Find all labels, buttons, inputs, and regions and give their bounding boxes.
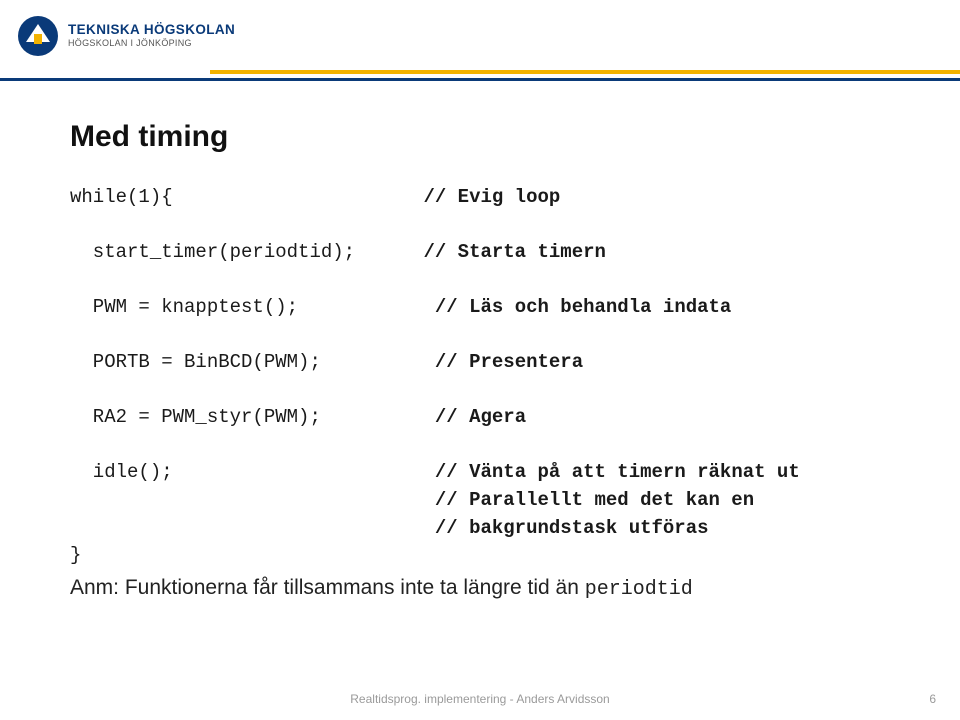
- code-comment: // Starta timern: [423, 241, 605, 263]
- code-line: }: [70, 544, 81, 566]
- code-comment: // Parallellt med det kan en: [435, 489, 754, 511]
- code-line: PWM = knapptest();: [70, 296, 298, 318]
- code-line: idle();: [70, 461, 173, 483]
- code-line: start_timer(periodtid);: [70, 241, 355, 263]
- code-block: while(1){ // Evig loop start_timer(perio…: [70, 184, 910, 570]
- note-text: Anm: Funktionerna får tillsammans inte t…: [70, 576, 585, 599]
- page-number: 6: [929, 692, 936, 706]
- code-comment: // Agera: [435, 406, 526, 428]
- code-comment: // Läs och behandla indata: [435, 296, 731, 318]
- slide-footer: Realtidsprog. implementering - Anders Ar…: [0, 692, 960, 706]
- logo-main-text: TEKNISKA HÖGSKOLAN: [68, 23, 235, 37]
- note-mono: periodtid: [585, 578, 693, 601]
- logo-mark-icon: [16, 14, 60, 58]
- slide-content: Med timing while(1){ // Evig loop start_…: [70, 120, 910, 601]
- code-line: RA2 = PWM_styr(PWM);: [70, 406, 321, 428]
- code-line: while(1){: [70, 186, 173, 208]
- slide-title: Med timing: [70, 120, 910, 154]
- divider-yellow: [210, 70, 960, 74]
- slide-header: TEKNISKA HÖGSKOLAN HÖGSKOLAN I JÖNKÖPING: [0, 0, 960, 90]
- annotation-note: Anm: Funktionerna får tillsammans inte t…: [70, 576, 910, 601]
- code-comment: // Vänta på att timern räknat ut: [435, 461, 800, 483]
- divider-blue: [0, 78, 960, 81]
- logo-sub-text: HÖGSKOLAN I JÖNKÖPING: [68, 39, 235, 48]
- code-comment: // bakgrundstask utföras: [435, 517, 709, 539]
- institution-logo: TEKNISKA HÖGSKOLAN HÖGSKOLAN I JÖNKÖPING: [16, 14, 235, 58]
- code-line: PORTB = BinBCD(PWM);: [70, 351, 321, 373]
- code-comment: // Presentera: [435, 351, 583, 373]
- code-comment: // Evig loop: [423, 186, 560, 208]
